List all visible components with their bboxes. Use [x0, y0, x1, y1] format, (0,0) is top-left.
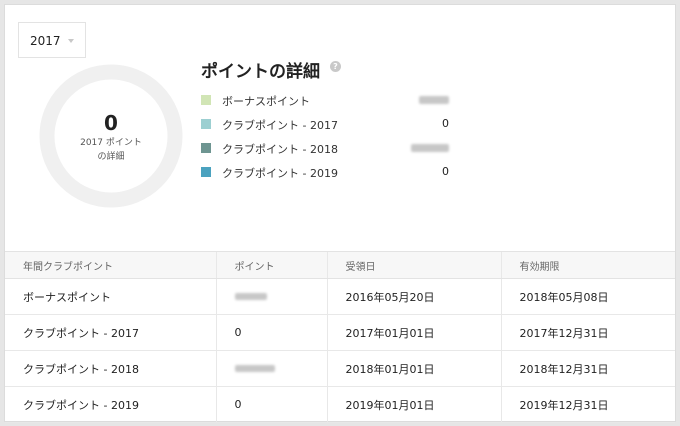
points-card: 2017 0 2017 ポイント の詳細 ポイントの詳細 ? ボーナスポイント …: [4, 4, 676, 423]
cell-received: 2018年01月01日: [326, 350, 501, 387]
column-header-points[interactable]: ポイント: [215, 251, 327, 279]
legend-swatch: [201, 119, 211, 129]
column-header-received[interactable]: 受領日: [326, 251, 501, 279]
cell-points: 0: [215, 386, 327, 423]
legend-label: クラブポイント - 2017: [222, 119, 338, 132]
cell-points-redacted: [215, 350, 327, 387]
cell-expiry: 2019年12月31日: [500, 386, 675, 423]
column-header-expiry[interactable]: 有効期限: [500, 251, 675, 279]
total-points-value: 0: [104, 111, 118, 135]
year-select-value: 2017: [30, 34, 61, 48]
donut-center-label: 0 2017 ポイント の詳細: [38, 111, 184, 163]
cell-received: 2017年01月01日: [326, 314, 501, 351]
legend-item-club-2018: クラブポイント - 2018: [201, 140, 461, 156]
chevron-down-icon: [68, 39, 74, 43]
legend-value: 0: [442, 165, 449, 178]
year-select[interactable]: 2017: [18, 22, 86, 58]
donut-caption-line1: 2017 ポイント: [80, 138, 142, 148]
cell-expiry: 2017年12月31日: [500, 314, 675, 351]
table-row: クラブポイント - 2018 2018年01月01日 2018年12月31日: [5, 350, 675, 387]
detail-title: ポイントの詳細: [201, 62, 320, 82]
legend-item-club-2017: クラブポイント - 2017 0: [201, 116, 461, 132]
cell-points-redacted: [215, 278, 327, 315]
table-row: クラブポイント - 2017 0 2017年01月01日 2017年12月31日: [5, 314, 675, 351]
legend-label: クラブポイント - 2018: [222, 143, 338, 156]
cell-name: クラブポイント - 2017: [5, 314, 216, 351]
legend-value-redacted: [419, 93, 449, 107]
table-row: ボーナスポイント 2016年05月20日 2018年05月08日: [5, 278, 675, 315]
legend-swatch: [201, 143, 211, 153]
legend-value-redacted: [411, 141, 449, 155]
column-header-name[interactable]: 年間クラブポイント: [5, 251, 216, 279]
cell-points: 0: [215, 314, 327, 351]
points-table: 年間クラブポイント ポイント 受領日 有効期限 ボーナスポイント 2016年05…: [5, 251, 675, 423]
table-row: クラブポイント - 2019 0 2019年01月01日 2019年12月31日: [5, 386, 675, 423]
legend-label: ボーナスポイント: [222, 95, 310, 108]
legend-swatch: [201, 95, 211, 105]
legend-value: 0: [442, 117, 449, 130]
legend-label: クラブポイント - 2019: [222, 167, 338, 180]
question-circle-icon[interactable]: ?: [330, 61, 341, 72]
cell-name: クラブポイント - 2018: [5, 350, 216, 387]
donut-caption-line2: の詳細: [97, 152, 125, 162]
legend-item-bonus: ボーナスポイント: [201, 92, 461, 108]
cell-expiry: 2018年05月08日: [500, 278, 675, 315]
legend-item-club-2019: クラブポイント - 2019 0: [201, 164, 461, 180]
cell-expiry: 2018年12月31日: [500, 350, 675, 387]
cell-received: 2019年01月01日: [326, 386, 501, 423]
cell-name: ボーナスポイント: [5, 278, 216, 315]
table-header-row: 年間クラブポイント ポイント 受領日 有効期限: [5, 251, 675, 279]
cell-name: クラブポイント - 2019: [5, 386, 216, 423]
cell-received: 2016年05月20日: [326, 278, 501, 315]
legend-swatch: [201, 167, 211, 177]
